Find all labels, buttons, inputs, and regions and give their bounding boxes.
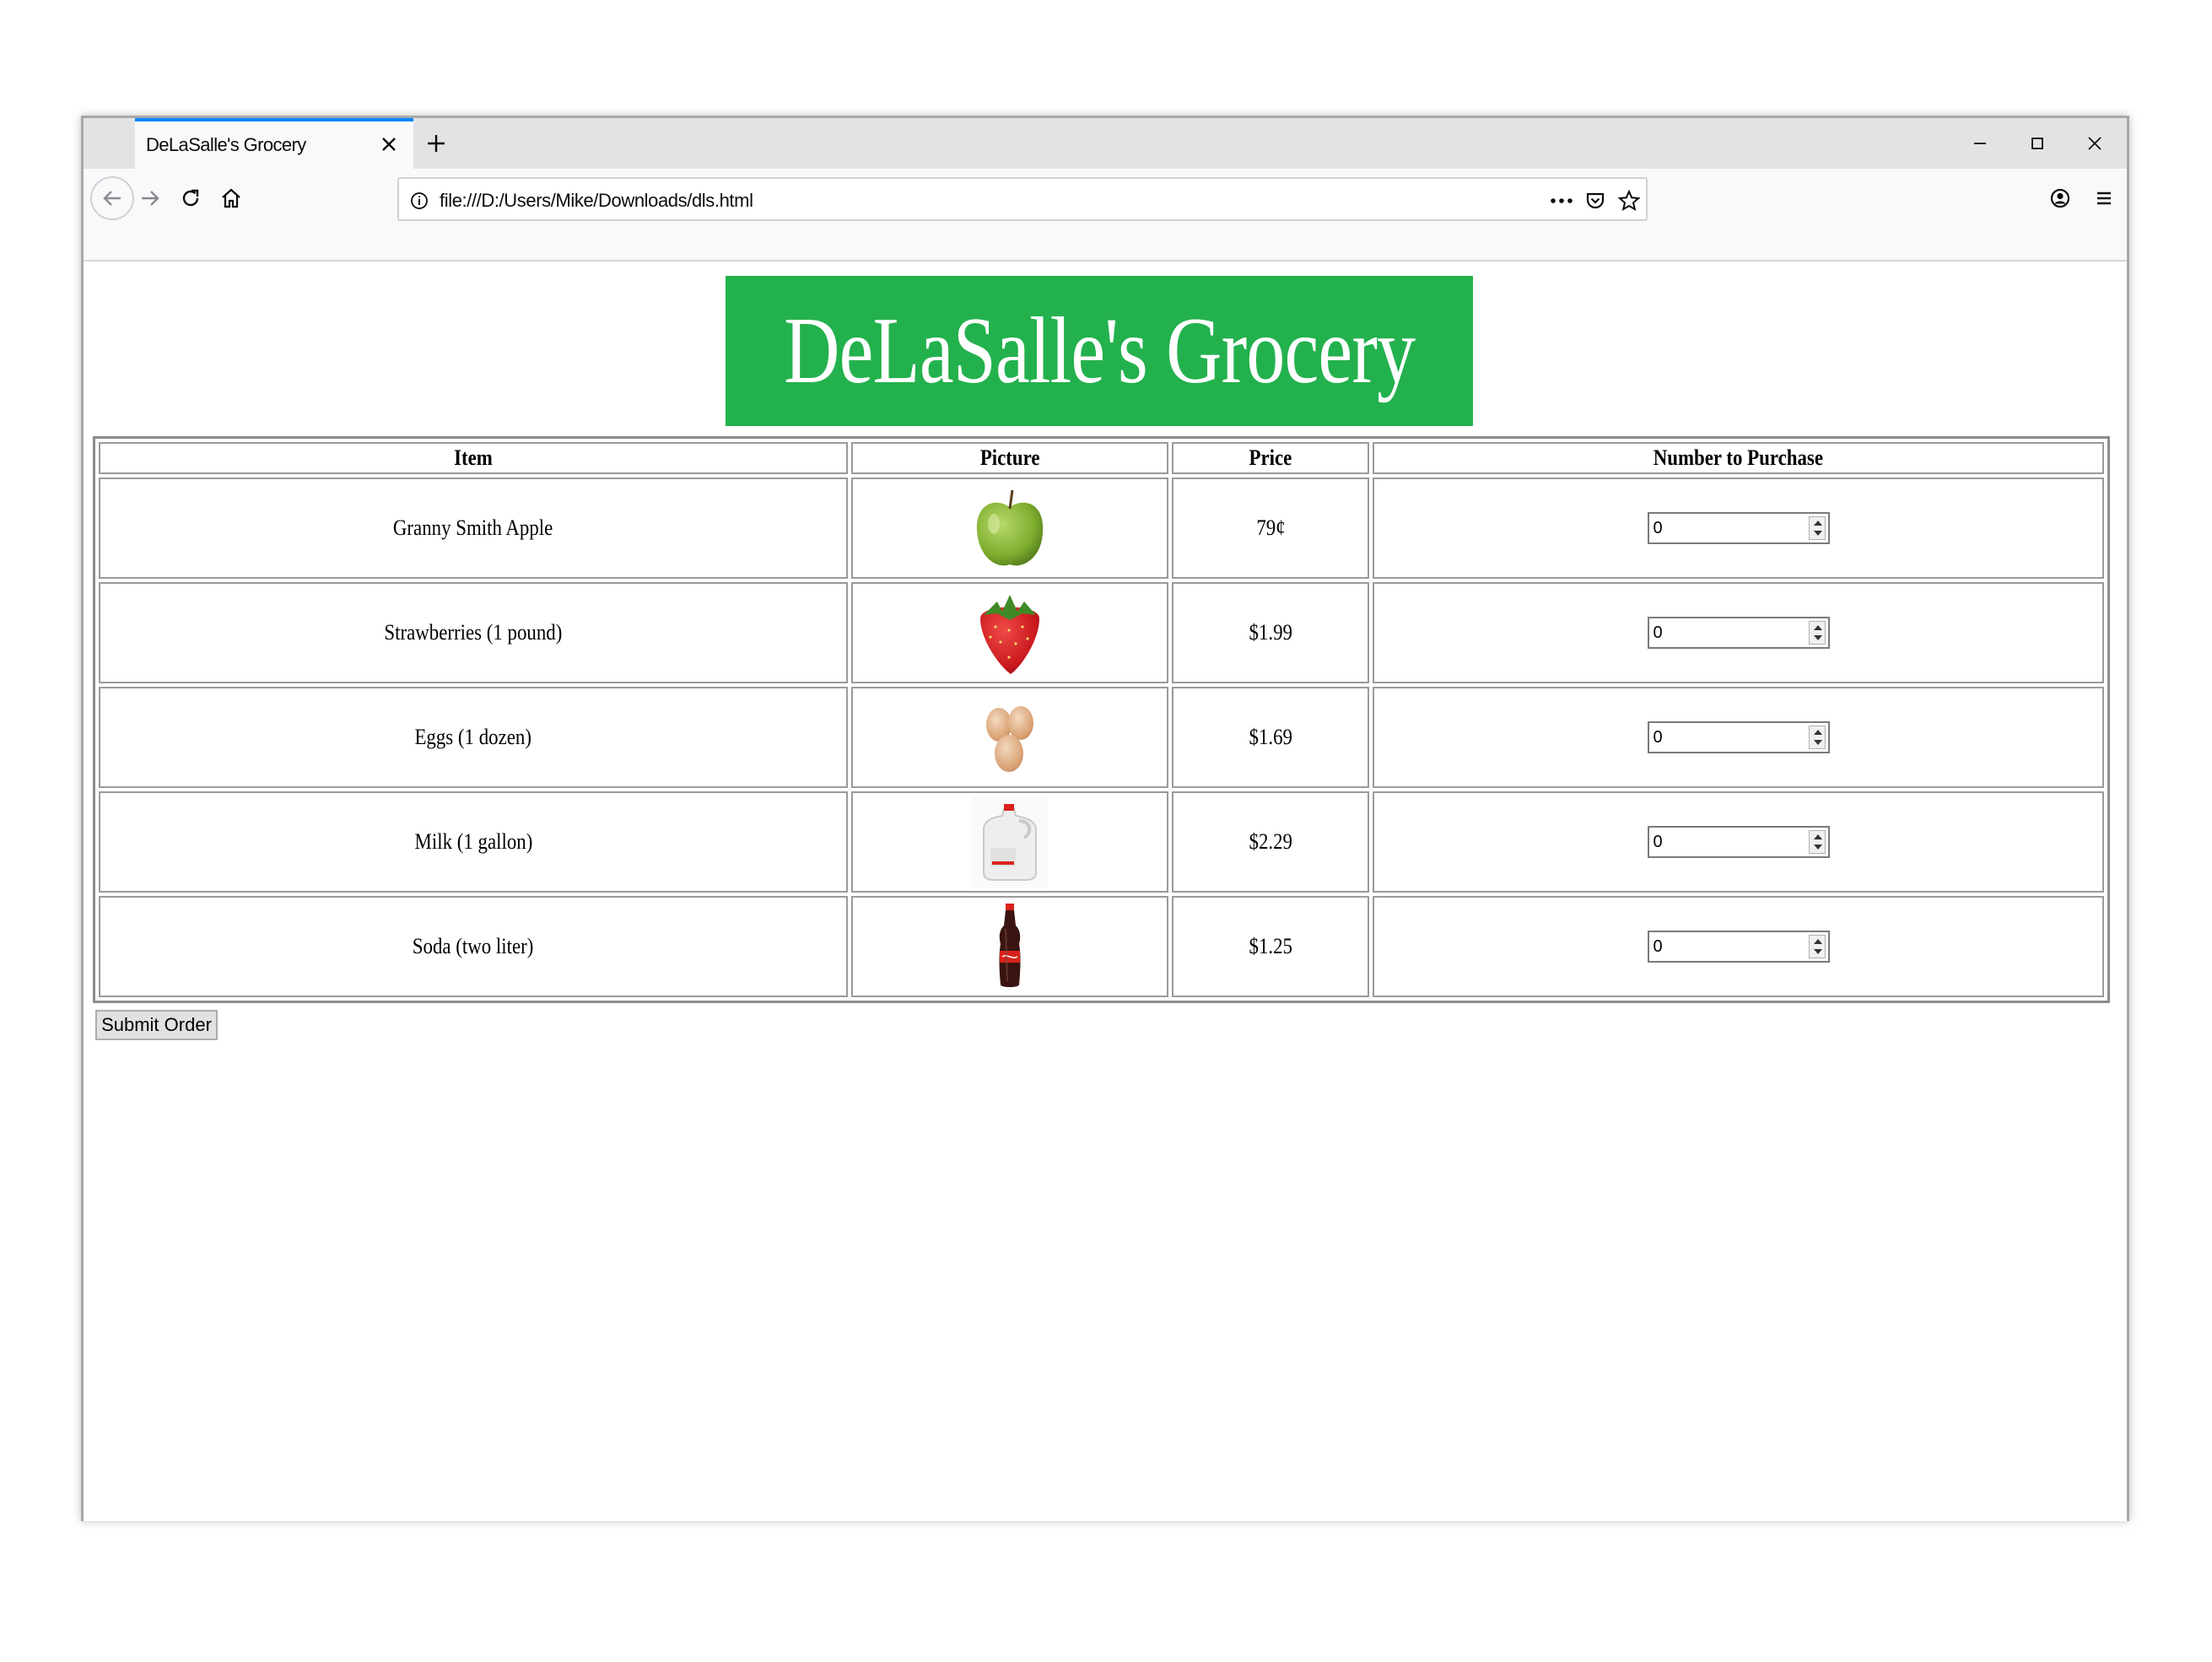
spinner-arrows-icon[interactable] [1808, 935, 1826, 958]
quantity-stepper[interactable]: 0 [1647, 512, 1830, 544]
spinner-arrows-icon[interactable] [1808, 726, 1826, 749]
table-row: Eggs (1 dozen) $1.69 0 [99, 687, 2104, 788]
account-icon[interactable] [2039, 177, 2081, 219]
submit-order-button[interactable]: Submit Order [95, 1010, 218, 1040]
item-name: Milk (1 gallon) [99, 791, 848, 893]
tab-strip: DeLaSalle's Grocery [84, 118, 2127, 169]
info-icon[interactable] [406, 187, 433, 214]
item-name: Eggs (1 dozen) [99, 687, 848, 788]
item-picture [851, 896, 1168, 997]
header-number-to-purchase: Number to Purchase [1373, 442, 2104, 474]
item-price: $1.69 [1172, 687, 1369, 788]
eggs-image [986, 706, 1033, 772]
navigation-bar: file:///D:/Users/Mike/Downloads/dls.html [84, 169, 2127, 262]
header-picture: Picture [851, 442, 1168, 474]
url-text[interactable]: file:///D:/Users/Mike/Downloads/dls.html [440, 190, 753, 212]
item-picture [851, 791, 1168, 893]
item-quantity-cell: 0 [1373, 582, 2104, 683]
page-content: DeLaSalle's Grocery Item Picture Price N… [84, 263, 2127, 1521]
item-price: 79¢ [1172, 478, 1369, 579]
quantity-value: 0 [1653, 623, 1663, 642]
item-price: $1.25 [1172, 896, 1369, 997]
bookmark-star-icon[interactable] [1616, 187, 1643, 214]
table-row: Milk (1 gallon) $2.29 0 [99, 791, 2104, 893]
item-quantity-cell: 0 [1373, 791, 2104, 893]
quantity-value: 0 [1653, 728, 1663, 747]
back-arrow-icon[interactable] [90, 176, 134, 220]
home-icon[interactable] [210, 177, 252, 219]
item-quantity-cell: 0 [1373, 478, 2104, 579]
forward-arrow-icon[interactable] [129, 177, 171, 219]
reload-icon[interactable] [170, 177, 212, 219]
store-banner: DeLaSalle's Grocery [726, 276, 1473, 426]
quantity-stepper[interactable]: 0 [1647, 617, 1830, 649]
spinner-arrows-icon[interactable] [1808, 516, 1826, 540]
item-picture [851, 582, 1168, 683]
minimize-icon[interactable] [1955, 125, 2005, 162]
page-title: DeLaSalle's Grocery [783, 298, 1416, 403]
close-window-icon[interactable] [2069, 125, 2120, 162]
milk-jug-image [972, 796, 1048, 888]
quantity-value: 0 [1653, 833, 1663, 851]
more-actions-icon[interactable] [1548, 187, 1575, 214]
quantity-value: 0 [1653, 519, 1663, 537]
spinner-arrows-icon[interactable] [1808, 621, 1826, 645]
green-apple-image [976, 489, 1044, 566]
spinner-arrows-icon[interactable] [1808, 830, 1826, 854]
table-row: Strawberries (1 pound) $1.99 0 [99, 582, 2104, 683]
header-item: Item [99, 442, 848, 474]
quantity-stepper[interactable]: 0 [1647, 826, 1830, 858]
item-quantity-cell: 0 [1373, 687, 2104, 788]
url-bar[interactable]: file:///D:/Users/Mike/Downloads/dls.html [397, 177, 1648, 221]
menu-icon[interactable] [2083, 177, 2125, 219]
quantity-stepper[interactable]: 0 [1647, 931, 1830, 963]
new-tab-icon[interactable] [419, 127, 453, 160]
item-price: $2.29 [1172, 791, 1369, 893]
item-picture [851, 478, 1168, 579]
pocket-icon[interactable] [1582, 187, 1609, 214]
close-tab-icon[interactable] [376, 132, 402, 157]
maximize-icon[interactable] [2012, 125, 2063, 162]
item-name: Strawberries (1 pound) [99, 582, 848, 683]
browser-window: DeLaSalle's Grocery file:///D:/Users/Mik… [81, 116, 2129, 1521]
header-price: Price [1172, 442, 1369, 474]
item-quantity-cell: 0 [1373, 896, 2104, 997]
quantity-value: 0 [1653, 937, 1663, 956]
soda-bottle-image [999, 904, 1021, 987]
strawberry-image [980, 595, 1039, 674]
table-row: Soda (two liter) $1.25 0 [99, 896, 2104, 997]
table-header-row: Item Picture Price Number to Purchase [99, 442, 2104, 474]
tab-title: DeLaSalle's Grocery [146, 134, 306, 155]
item-name: Granny Smith Apple [99, 478, 848, 579]
table-row: Granny Smith Apple 79¢ 0 [99, 478, 2104, 579]
item-price: $1.99 [1172, 582, 1369, 683]
grocery-table: Item Picture Price Number to Purchase Gr… [93, 436, 2110, 1003]
item-picture [851, 687, 1168, 788]
tab-active[interactable]: DeLaSalle's Grocery [135, 118, 413, 169]
quantity-stepper[interactable]: 0 [1647, 721, 1830, 753]
item-name: Soda (two liter) [99, 896, 848, 997]
